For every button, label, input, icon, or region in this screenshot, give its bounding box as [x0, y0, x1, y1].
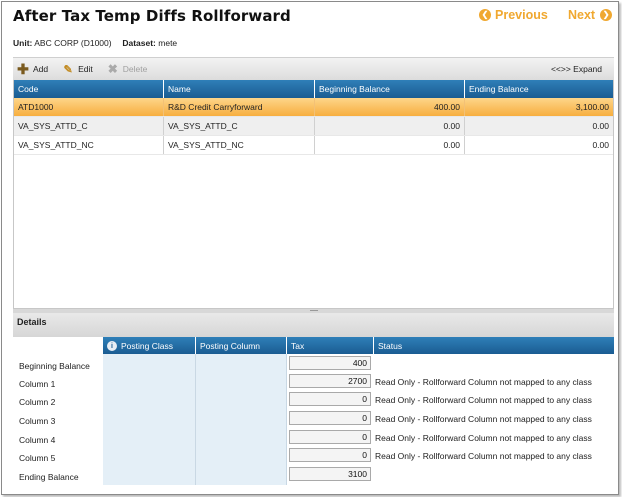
column-header-posting-class: i Posting Class	[103, 337, 196, 354]
chevron-right-icon: ❯	[600, 9, 613, 21]
posting-class-column	[103, 354, 196, 485]
rollforward-window: After Tax Temp Diffs Rollforward ❮ Previ…	[1, 1, 619, 495]
add-button[interactable]: ✚ Add	[17, 60, 49, 77]
column-header-tax: Tax	[287, 337, 374, 354]
cell-beginning-balance: 400.00	[315, 98, 465, 116]
rollforward-grid: Code Name Beginning Balance Ending Balan…	[13, 80, 614, 309]
add-label: Add	[33, 64, 49, 74]
detail-status: Read Only - Rollforward Column not mappe…	[375, 414, 592, 424]
cell-code: ATD1000	[14, 98, 164, 116]
column-header-name[interactable]: Name	[164, 80, 315, 98]
column-header-posting-column: Posting Column	[196, 337, 287, 354]
delete-label: Delete	[122, 64, 148, 74]
tax-input-column-3[interactable]	[289, 411, 371, 425]
detail-row-label: Column 3	[19, 416, 56, 426]
detail-status: Read Only - Rollforward Column not mappe…	[375, 451, 592, 461]
cell-ending-balance: 0.00	[592, 140, 609, 150]
context-line: Unit: ABC CORP (D1000) Dataset: mete	[13, 38, 177, 48]
column-header-ending-balance[interactable]: Ending Balance	[465, 80, 613, 98]
tax-input-column-1[interactable]	[289, 374, 371, 388]
tax-input-column-4[interactable]	[289, 430, 371, 444]
detail-status: Read Only - Rollforward Column not mappe…	[375, 395, 592, 405]
tax-input-column-5[interactable]	[289, 448, 371, 462]
expand-button[interactable]: <<>> Expand	[551, 64, 602, 74]
details-panel: i Posting Class Posting Column Tax Statu…	[13, 337, 614, 485]
column-header-beginning-balance[interactable]: Beginning Balance	[315, 80, 465, 98]
tax-input-beginning-balance[interactable]	[289, 356, 371, 370]
grid-toolbar: ✚ Add ✎ Edit ✖ Delete <<>> Expand	[13, 57, 614, 80]
posting-class-label: Posting Class	[121, 341, 173, 351]
column-header-status: Status	[378, 341, 403, 351]
edit-icon: ✎	[63, 63, 73, 76]
edit-label: Edit	[78, 64, 93, 74]
dataset-value: mete	[158, 38, 178, 48]
details-header: i Posting Class Posting Column Tax Statu…	[103, 337, 614, 354]
next-label: Next	[568, 8, 596, 22]
edit-button[interactable]: ✎ Edit	[62, 63, 93, 76]
table-row[interactable]: VA_SYS_ATTD_C VA_SYS_ATTD_C 0.00 0.00	[14, 117, 613, 136]
posting-column-column	[196, 354, 287, 485]
plus-icon: ✚	[17, 60, 29, 77]
detail-row-label: Column 4	[19, 435, 56, 445]
delete-button[interactable]: ✖ Delete	[107, 62, 148, 76]
detail-status: Read Only - Rollforward Column not mappe…	[375, 377, 592, 387]
unit-label: Unit:	[13, 38, 33, 48]
page-title: After Tax Temp Diffs Rollforward	[13, 7, 291, 25]
cell-ending-balance: 3,100.00	[575, 102, 609, 112]
cell-name: VA_SYS_ATTD_NC	[164, 136, 315, 154]
details-title: Details	[13, 313, 614, 337]
info-icon[interactable]: i	[107, 341, 117, 351]
tax-input-ending-balance[interactable]	[289, 467, 371, 481]
cell-code: VA_SYS_ATTD_C	[14, 117, 164, 135]
cell-name: VA_SYS_ATTD_C	[164, 117, 315, 135]
cell-name: R&D Credit Carryforward	[164, 98, 315, 116]
detail-row-label: Column 1	[19, 379, 56, 389]
cell-ending-balance: 0.00	[592, 121, 609, 131]
previous-label: Previous	[495, 8, 548, 22]
table-row[interactable]: VA_SYS_ATTD_NC VA_SYS_ATTD_NC 0.00 0.00	[14, 136, 613, 155]
detail-row-label: Column 5	[19, 453, 56, 463]
unit-value: ABC CORP (D1000)	[34, 38, 112, 48]
column-header-code[interactable]: Code	[14, 80, 164, 98]
chevron-left-icon: ❮	[479, 9, 491, 21]
detail-status: Read Only - Rollforward Column not mappe…	[375, 433, 592, 443]
previous-button[interactable]: ❮ Previous	[479, 8, 548, 22]
details-body: Beginning Balance Column 1 Read Only - R…	[13, 354, 614, 485]
tax-input-column-2[interactable]	[289, 392, 371, 406]
next-button[interactable]: Next ❯	[568, 8, 613, 22]
detail-row-label: Column 2	[19, 397, 56, 407]
grid-header: Code Name Beginning Balance Ending Balan…	[14, 80, 613, 98]
table-row[interactable]: ATD1000 R&D Credit Carryforward 400.00 3…	[14, 98, 613, 117]
cell-code: VA_SYS_ATTD_NC	[14, 136, 164, 154]
delete-x-icon: ✖	[107, 62, 118, 76]
detail-row-label: Beginning Balance	[19, 361, 90, 371]
dataset-label: Dataset:	[122, 38, 156, 48]
cell-beginning-balance: 0.00	[315, 117, 465, 135]
detail-row-label: Ending Balance	[19, 472, 79, 482]
cell-beginning-balance: 0.00	[315, 136, 465, 154]
